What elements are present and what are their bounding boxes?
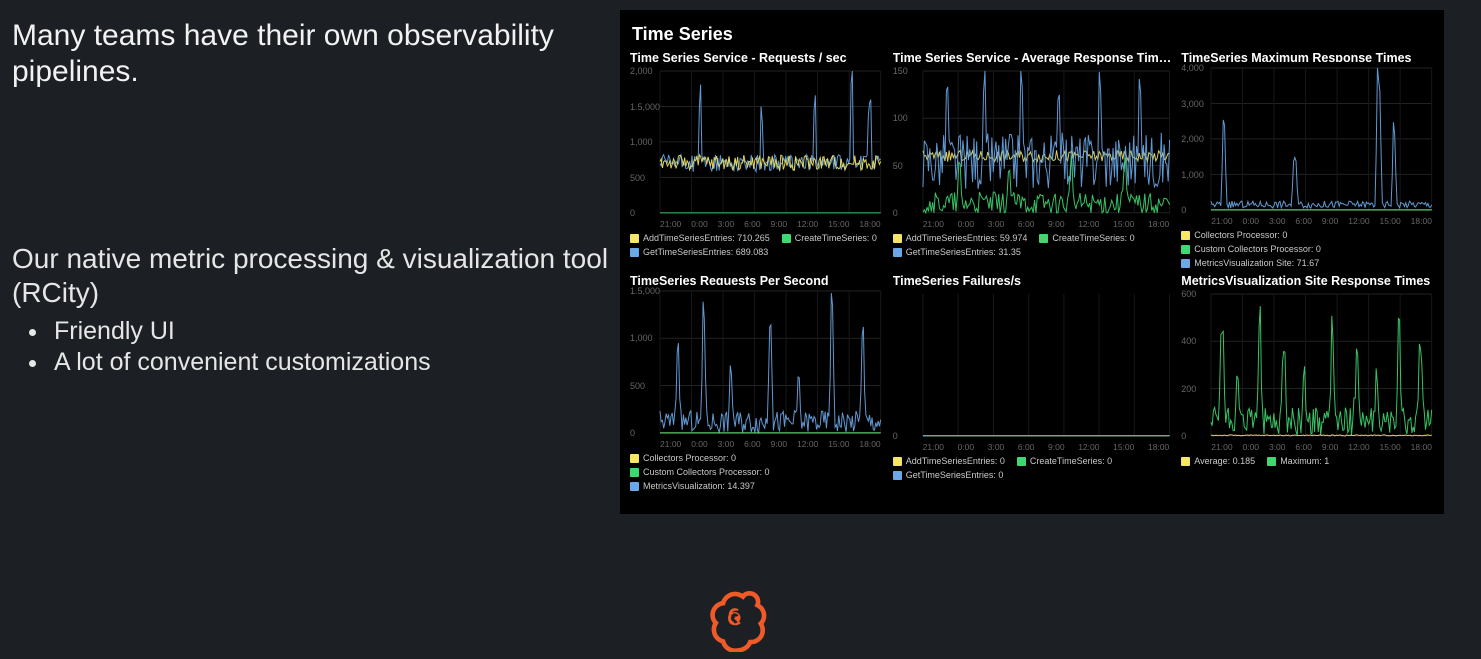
chart-xaxis: 21:000:003:006:009:0012:0015:0018:00 (893, 440, 1172, 452)
legend-item: GetTimeSeriesEntries: 0 (893, 470, 1004, 480)
legend-label: AddTimeSeriesEntries: 710.265 (643, 233, 770, 243)
legend-item: Collectors Processor: 0 (1181, 230, 1287, 240)
dashboard-title: Time Series (632, 24, 1434, 45)
chart-card-max: TimeSeries Maximum Response Times 01,0002… (1181, 51, 1434, 268)
chart-card-rps: TimeSeries Requests Per Second 05001,0001… (630, 274, 883, 491)
legend-label: Average: 0.185 (1194, 456, 1255, 466)
legend-swatch (1181, 231, 1190, 240)
legend-swatch (893, 234, 902, 243)
chart-legend: AddTimeSeriesEntries: 0 CreateTimeSeries:… (893, 456, 1172, 480)
legend-swatch (1181, 245, 1190, 254)
chart-xaxis: 21:000:003:006:009:0012:0015:0018:00 (1181, 440, 1434, 452)
legend-label: GetTimeSeriesEntries: 31.35 (906, 247, 1021, 257)
chart-plot: 0200400600 (1181, 290, 1434, 440)
legend-item: CreateTimeSeries: 0 (782, 233, 877, 243)
grafana-icon (702, 586, 768, 652)
bullet-list: Friendly UI A lot of convenient customiz… (50, 317, 612, 377)
legend-item: AddTimeSeriesEntries: 59.974 (893, 233, 1028, 243)
legend-item: CreateTimeSeries: 0 (1017, 456, 1112, 466)
bullet-item: A lot of convenient customizations (50, 348, 612, 377)
legend-item: Maximum: 1 (1267, 456, 1329, 466)
legend-label: AddTimeSeriesEntries: 59.974 (906, 233, 1028, 243)
legend-swatch (1017, 457, 1026, 466)
legend-item: AddTimeSeriesEntries: 710.265 (630, 233, 770, 243)
legend-label: MetricsVisualization: 14.397 (643, 481, 755, 491)
chart-legend: AddTimeSeriesEntries: 710.265 CreateTimeS… (630, 233, 883, 257)
legend-item: Custom Collectors Processor: 0 (1181, 244, 1321, 254)
chart-legend: Collectors Processor: 0 Custom Collectors… (630, 453, 883, 491)
chart-card-site: MetricsVisualization Site Response Times… (1181, 274, 1434, 491)
subheadline: Our native metric processing & visualiza… (12, 242, 612, 309)
legend-label: CreateTimeSeries: 0 (795, 233, 877, 243)
chart-xaxis: 21:000:003:006:009:0012:0015:0018:00 (1181, 214, 1434, 226)
legend-swatch (782, 234, 791, 243)
chart-title: TimeSeries Requests Per Second (630, 274, 883, 285)
legend-label: Custom Collectors Processor: 0 (1194, 244, 1321, 254)
legend-swatch (1181, 259, 1190, 268)
chart-card-reqs: Time Series Service - Requests / sec 0500… (630, 51, 883, 268)
chart-grid: Time Series Service - Requests / sec 0500… (630, 51, 1434, 491)
legend-label: CreateTimeSeries: 0 (1052, 233, 1134, 243)
legend-item: MetricsVisualization: 14.397 (630, 481, 755, 491)
legend-swatch (893, 248, 902, 257)
legend-item: Average: 0.185 (1181, 456, 1255, 466)
legend-swatch (630, 482, 639, 491)
chart-title: Time Series Service - Requests / sec (630, 51, 883, 65)
chart-plot: 05001,0001.5,0002,000 (630, 67, 883, 217)
legend-swatch (893, 471, 902, 480)
legend-label: MetricsVisualization Site: 71.67 (1194, 258, 1319, 268)
chart-plot: 01,0002,0003,0004,000 (1181, 64, 1434, 214)
legend-label: AddTimeSeriesEntries: 0 (906, 456, 1005, 466)
legend-item: AddTimeSeriesEntries: 0 (893, 456, 1005, 466)
legend-item: Custom Collectors Processor: 0 (630, 467, 770, 477)
legend-label: Collectors Processor: 0 (1194, 230, 1287, 240)
chart-title: MetricsVisualization Site Response Times (1181, 274, 1434, 288)
legend-label: GetTimeSeriesEntries: 0 (906, 470, 1004, 480)
chart-title: Time Series Service - Average Response T… (893, 51, 1172, 65)
bullet-item: Friendly UI (50, 317, 612, 346)
chart-card-avg: Time Series Service - Average Response T… (893, 51, 1172, 268)
legend-swatch (630, 234, 639, 243)
legend-swatch (1267, 457, 1276, 466)
chart-xaxis: 21:000:003:006:009:0012:0015:0018:00 (630, 217, 883, 229)
legend-swatch (1181, 457, 1190, 466)
legend-item: CreateTimeSeries: 0 (1039, 233, 1134, 243)
legend-label: Custom Collectors Processor: 0 (643, 467, 770, 477)
legend-label: Collectors Processor: 0 (643, 453, 736, 463)
chart-legend: Collectors Processor: 0 Custom Collectors… (1181, 230, 1434, 268)
dashboard-screenshot: Time Series Time Series Service - Reques… (620, 10, 1444, 514)
chart-plot: 05001,0001.5,000 (630, 287, 883, 437)
legend-swatch (630, 468, 639, 477)
chart-xaxis: 21:000:003:006:009:0012:0015:0018:00 (893, 217, 1172, 229)
chart-card-fail: TimeSeries Failures/s 021:000:003:006:009… (893, 274, 1172, 491)
chart-plot: 050100150 (893, 67, 1172, 217)
legend-label: GetTimeSeriesEntries: 689.083 (643, 247, 768, 257)
legend-label: CreateTimeSeries: 0 (1030, 456, 1112, 466)
chart-title: TimeSeries Failures/s (893, 274, 1172, 288)
legend-label: Maximum: 1 (1280, 456, 1329, 466)
headline: Many teams have their own observability … (12, 18, 612, 90)
slide-text-column: Many teams have their own observability … (12, 18, 612, 379)
chart-legend: AddTimeSeriesEntries: 59.974 CreateTimeSe… (893, 233, 1172, 257)
legend-swatch (1039, 234, 1048, 243)
legend-item: GetTimeSeriesEntries: 31.35 (893, 247, 1021, 257)
legend-swatch (630, 248, 639, 257)
legend-item: Collectors Processor: 0 (630, 453, 736, 463)
chart-xaxis: 21:000:003:006:009:0012:0015:0018:00 (630, 437, 883, 449)
legend-item: GetTimeSeriesEntries: 689.083 (630, 247, 768, 257)
legend-item: MetricsVisualization Site: 71.67 (1181, 258, 1319, 268)
legend-swatch (630, 454, 639, 463)
legend-swatch (893, 457, 902, 466)
chart-plot: 0 (893, 290, 1172, 440)
chart-legend: Average: 0.185 Maximum: 1 (1181, 456, 1434, 466)
chart-title: TimeSeries Maximum Response Times (1181, 51, 1434, 62)
